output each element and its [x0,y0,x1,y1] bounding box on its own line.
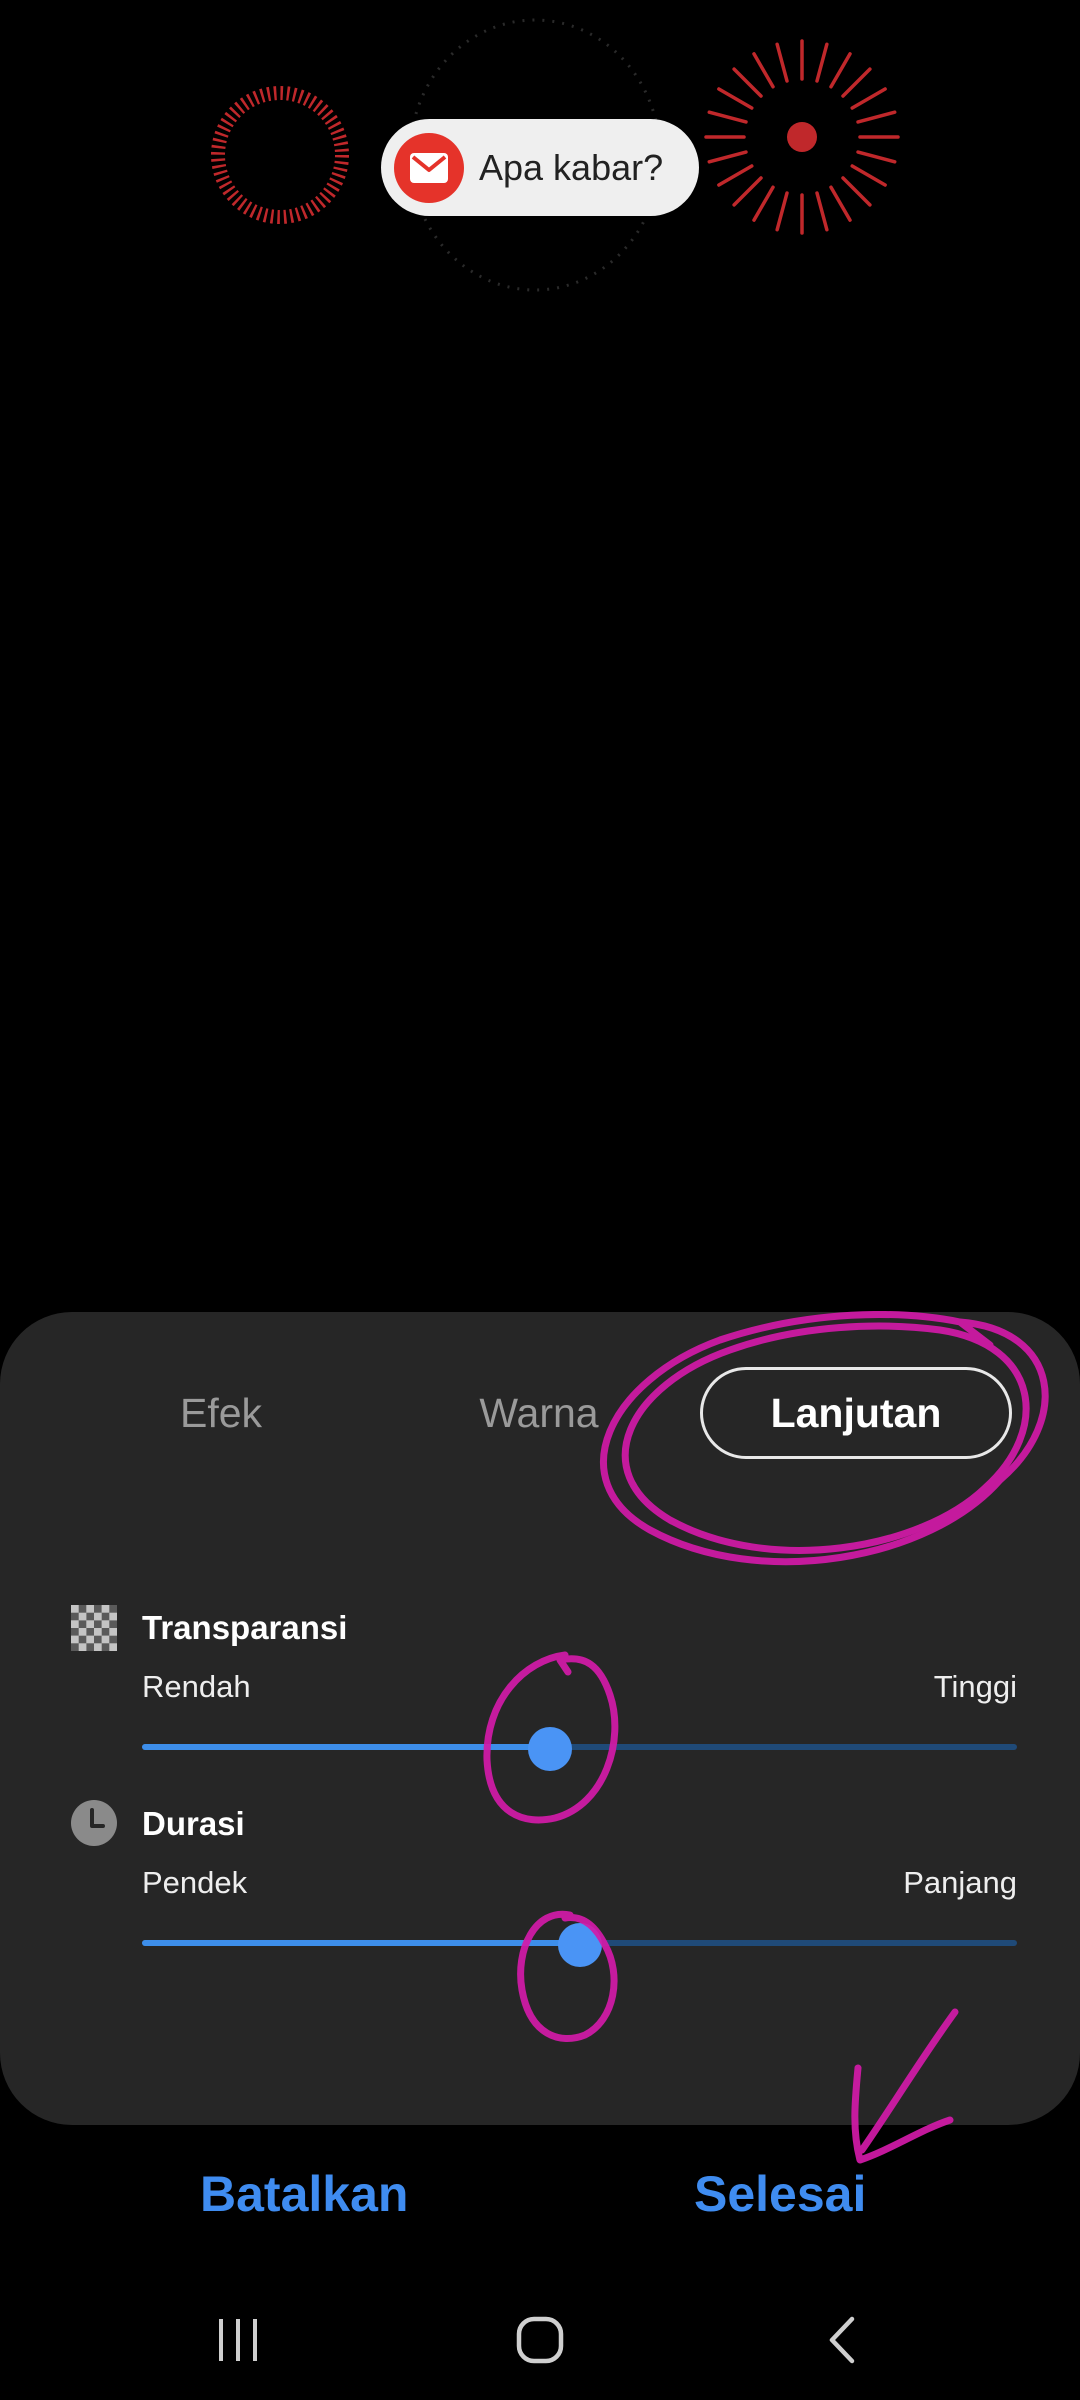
tab-warna[interactable]: Warna [428,1367,650,1459]
burst-ray [856,150,897,164]
action-bar: Batalkan Selesai [0,2165,1080,2240]
duration-slider[interactable] [142,1923,1017,1967]
email-icon [394,132,464,203]
back-icon [829,2316,855,2364]
burst-ray [752,185,775,222]
settings-panel: Efek Warna Lanjutan Transparansi Rendah … [0,1312,1080,2125]
burst-ray [856,110,897,124]
checkerboard-icon [71,1605,117,1651]
tab-efek[interactable]: Efek [110,1367,332,1459]
back-button[interactable] [802,2310,882,2370]
burst-ray [775,42,789,83]
system-nav-bar [0,2290,1080,2400]
duration-low-label: Pendek [142,1865,248,1900]
transparency-low-label: Rendah [142,1669,251,1704]
duration-thumb[interactable] [557,1923,602,1967]
recent-apps-button[interactable] [198,2310,278,2370]
burst-ray [815,42,829,83]
transparency-thumb[interactable] [527,1727,572,1771]
transparency-slider[interactable] [142,1727,1017,1771]
edge-lighting-preview: Apa kabar? [0,0,1080,1310]
burst-ray [707,110,748,124]
duration-fill [142,1940,580,1946]
burst-ray [707,150,748,164]
burst-ray [732,67,763,98]
recent-apps-icon [219,2319,257,2361]
burst-ray [717,164,754,187]
burst-ray [841,176,872,207]
home-button[interactable] [500,2310,580,2370]
notification-pill: Apa kabar? [381,119,699,216]
duration-title: Durasi [142,1805,245,1842]
home-icon [516,2316,564,2364]
transparency-fill [142,1744,550,1750]
burst-ray [717,87,754,110]
burst-ray [775,191,789,232]
burst-ray [815,191,829,232]
transparency-title: Transparansi [142,1609,348,1646]
clock-icon [71,1800,117,1846]
done-button[interactable]: Selesai [694,2165,866,2223]
burst-ray [732,176,763,207]
burst-ray [841,67,872,98]
burst-ray [829,52,852,89]
transparency-high-label: Tinggi [933,1669,1017,1704]
duration-high-label: Panjang [903,1865,1017,1900]
burst-ray [752,52,775,89]
cancel-button[interactable]: Batalkan [200,2165,408,2223]
tab-lanjutan[interactable]: Lanjutan [700,1367,1012,1459]
burst-ring-right [704,39,900,235]
burst-ray [850,87,887,110]
dashed-ring-left [211,86,349,224]
notification-text: Apa kabar? [479,146,664,188]
burst-ray [850,164,887,187]
burst-ray [829,185,852,222]
